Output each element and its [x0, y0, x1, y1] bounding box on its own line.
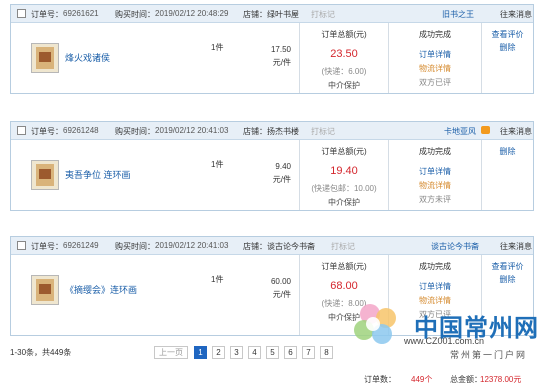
order-header: 订单号： 69261248 购买时间： 2019/02/12 20:41:03 …	[11, 122, 533, 140]
view-review-link[interactable]: 查看评价	[482, 261, 533, 272]
buy-time: 2019/02/12 20:48:29	[155, 9, 229, 18]
watermark-subtitle: 常州第一门户网	[450, 350, 528, 360]
order-no: 69261621	[63, 9, 99, 18]
logistics-link[interactable]: 物流详情	[389, 63, 481, 74]
messages-link[interactable]: 往来消息	[500, 241, 532, 252]
chat-icon[interactable]	[481, 126, 490, 134]
page-button[interactable]: 7	[302, 346, 315, 359]
shop-link[interactable]: 扬杰书楼	[267, 126, 299, 137]
unit-price: 9.40 元/件	[272, 162, 291, 184]
shop-link[interactable]: 谈古论今书斋	[267, 241, 315, 252]
product-thumbnail[interactable]	[31, 275, 59, 305]
messages-link[interactable]: 往来消息	[500, 9, 532, 20]
buy-time-label: 购买时间：	[115, 10, 155, 19]
page-button[interactable]: 8	[320, 346, 333, 359]
order-total: 68.00	[330, 280, 358, 292]
order-body: 夷吾争位 连环画 1件 9.40 元/件 订单总额(元) 19.40 (快递包邮：…	[11, 140, 533, 210]
product-name[interactable]: 烽火戏诸侯	[65, 51, 110, 64]
flag-link[interactable]: 打标记	[311, 126, 335, 137]
shop-label: 店铺：	[243, 242, 267, 251]
seller-link[interactable]: 旧书之王	[442, 9, 474, 20]
order-card: 订单号： 69261248 购买时间： 2019/02/12 20:41:03 …	[10, 121, 534, 211]
shipping-fee: (快递包邮：10.00)	[311, 184, 377, 193]
seller-link[interactable]: 谈古论今书斋	[431, 241, 479, 252]
order-checkbox[interactable]	[17, 126, 26, 135]
order-detail-link[interactable]: 订单详情	[389, 166, 481, 177]
shop-label: 店铺：	[243, 127, 267, 136]
buy-time-label: 购买时间：	[115, 242, 155, 251]
order-header: 订单号： 69261621 购买时间： 2019/02/12 20:48:29 …	[11, 5, 533, 23]
unit-price: 60.00 元/件	[270, 277, 291, 299]
page-button[interactable]: 2	[212, 346, 225, 359]
total-label: 订单总额(元)	[321, 262, 367, 271]
order-header: 订单号： 69261249 购买时间： 2019/02/12 20:41:03 …	[11, 237, 533, 255]
order-no: 69261248	[63, 126, 99, 135]
order-total: 19.40	[330, 165, 358, 177]
view-review-link[interactable]: 查看评价	[482, 29, 533, 40]
buy-time-label: 购买时间：	[115, 127, 155, 136]
delete-link[interactable]: 删除	[482, 146, 533, 157]
order-body: 烽火戏诸侯 1件 17.50 元/件 订单总额(元) 23.50 (快递：6.00…	[11, 23, 533, 93]
flag-link[interactable]: 打标记	[311, 9, 335, 20]
watermark-url: www.CZ001.com.cn	[404, 336, 485, 346]
shop-label: 店铺：	[243, 10, 267, 19]
order-count: 449个	[411, 375, 433, 384]
order-count-label: 订单数：	[364, 375, 396, 384]
order-detail-link[interactable]: 订单详情	[389, 281, 481, 292]
total-label: 订单总额(元)	[321, 30, 367, 39]
watermark-logo-icon	[354, 304, 396, 344]
order-card: 订单号： 69261621 购买时间： 2019/02/12 20:48:29 …	[10, 4, 534, 94]
buy-time: 2019/02/12 20:41:03	[155, 126, 229, 135]
product-thumbnail[interactable]	[31, 43, 59, 73]
total-label: 订单总额(元)	[321, 147, 367, 156]
page-button[interactable]: 4	[248, 346, 261, 359]
logistics-link[interactable]: 物流详情	[389, 180, 481, 191]
order-status: 成功完成	[419, 30, 451, 39]
page-button[interactable]: 5	[266, 346, 279, 359]
messages-link[interactable]: 往来消息	[500, 126, 532, 137]
order-no: 69261249	[63, 241, 99, 250]
escrow-label: 中介保护	[328, 198, 360, 207]
quantity: 1件	[211, 43, 224, 52]
order-total: 23.50	[330, 48, 358, 60]
total-amount-label: 总金额：	[450, 375, 482, 384]
product-name[interactable]: 《摘缨会》连环画	[65, 283, 137, 296]
result-range: 1-30条，共449条	[10, 348, 72, 357]
order-no-label: 订单号：	[31, 242, 63, 251]
quantity: 1件	[211, 275, 224, 284]
product-name[interactable]: 夷吾争位 连环画	[65, 168, 131, 181]
order-detail-link[interactable]: 订单详情	[389, 49, 481, 60]
order-checkbox[interactable]	[17, 9, 26, 18]
order-status: 成功完成	[419, 262, 451, 271]
product-thumbnail[interactable]	[31, 160, 59, 190]
rating-status: 双方未评	[419, 195, 451, 204]
buy-time: 2019/02/12 20:41:03	[155, 241, 229, 250]
escrow-label: 中介保护	[328, 81, 360, 90]
order-checkbox[interactable]	[17, 241, 26, 250]
page-button[interactable]: 1	[194, 346, 207, 359]
page-button[interactable]: 3	[230, 346, 243, 359]
rating-status: 双方已评	[419, 78, 451, 87]
delete-link[interactable]: 删除	[482, 274, 533, 285]
prev-page-button[interactable]: 上一页	[154, 346, 188, 359]
order-no-label: 订单号：	[31, 10, 63, 19]
total-amount: 12378.00元	[480, 375, 522, 384]
order-no-label: 订单号：	[31, 127, 63, 136]
shipping-fee: (快递：6.00)	[321, 67, 367, 76]
quantity: 1件	[211, 160, 224, 169]
delete-link[interactable]: 删除	[482, 42, 533, 53]
page-button[interactable]: 6	[284, 346, 297, 359]
flag-link[interactable]: 打标记	[331, 241, 355, 252]
seller-link[interactable]: 卡地亚风	[444, 126, 476, 137]
order-status: 成功完成	[419, 147, 451, 156]
shop-link[interactable]: 绿叶书屋	[267, 9, 299, 20]
unit-price: 17.50 元/件	[270, 45, 291, 67]
